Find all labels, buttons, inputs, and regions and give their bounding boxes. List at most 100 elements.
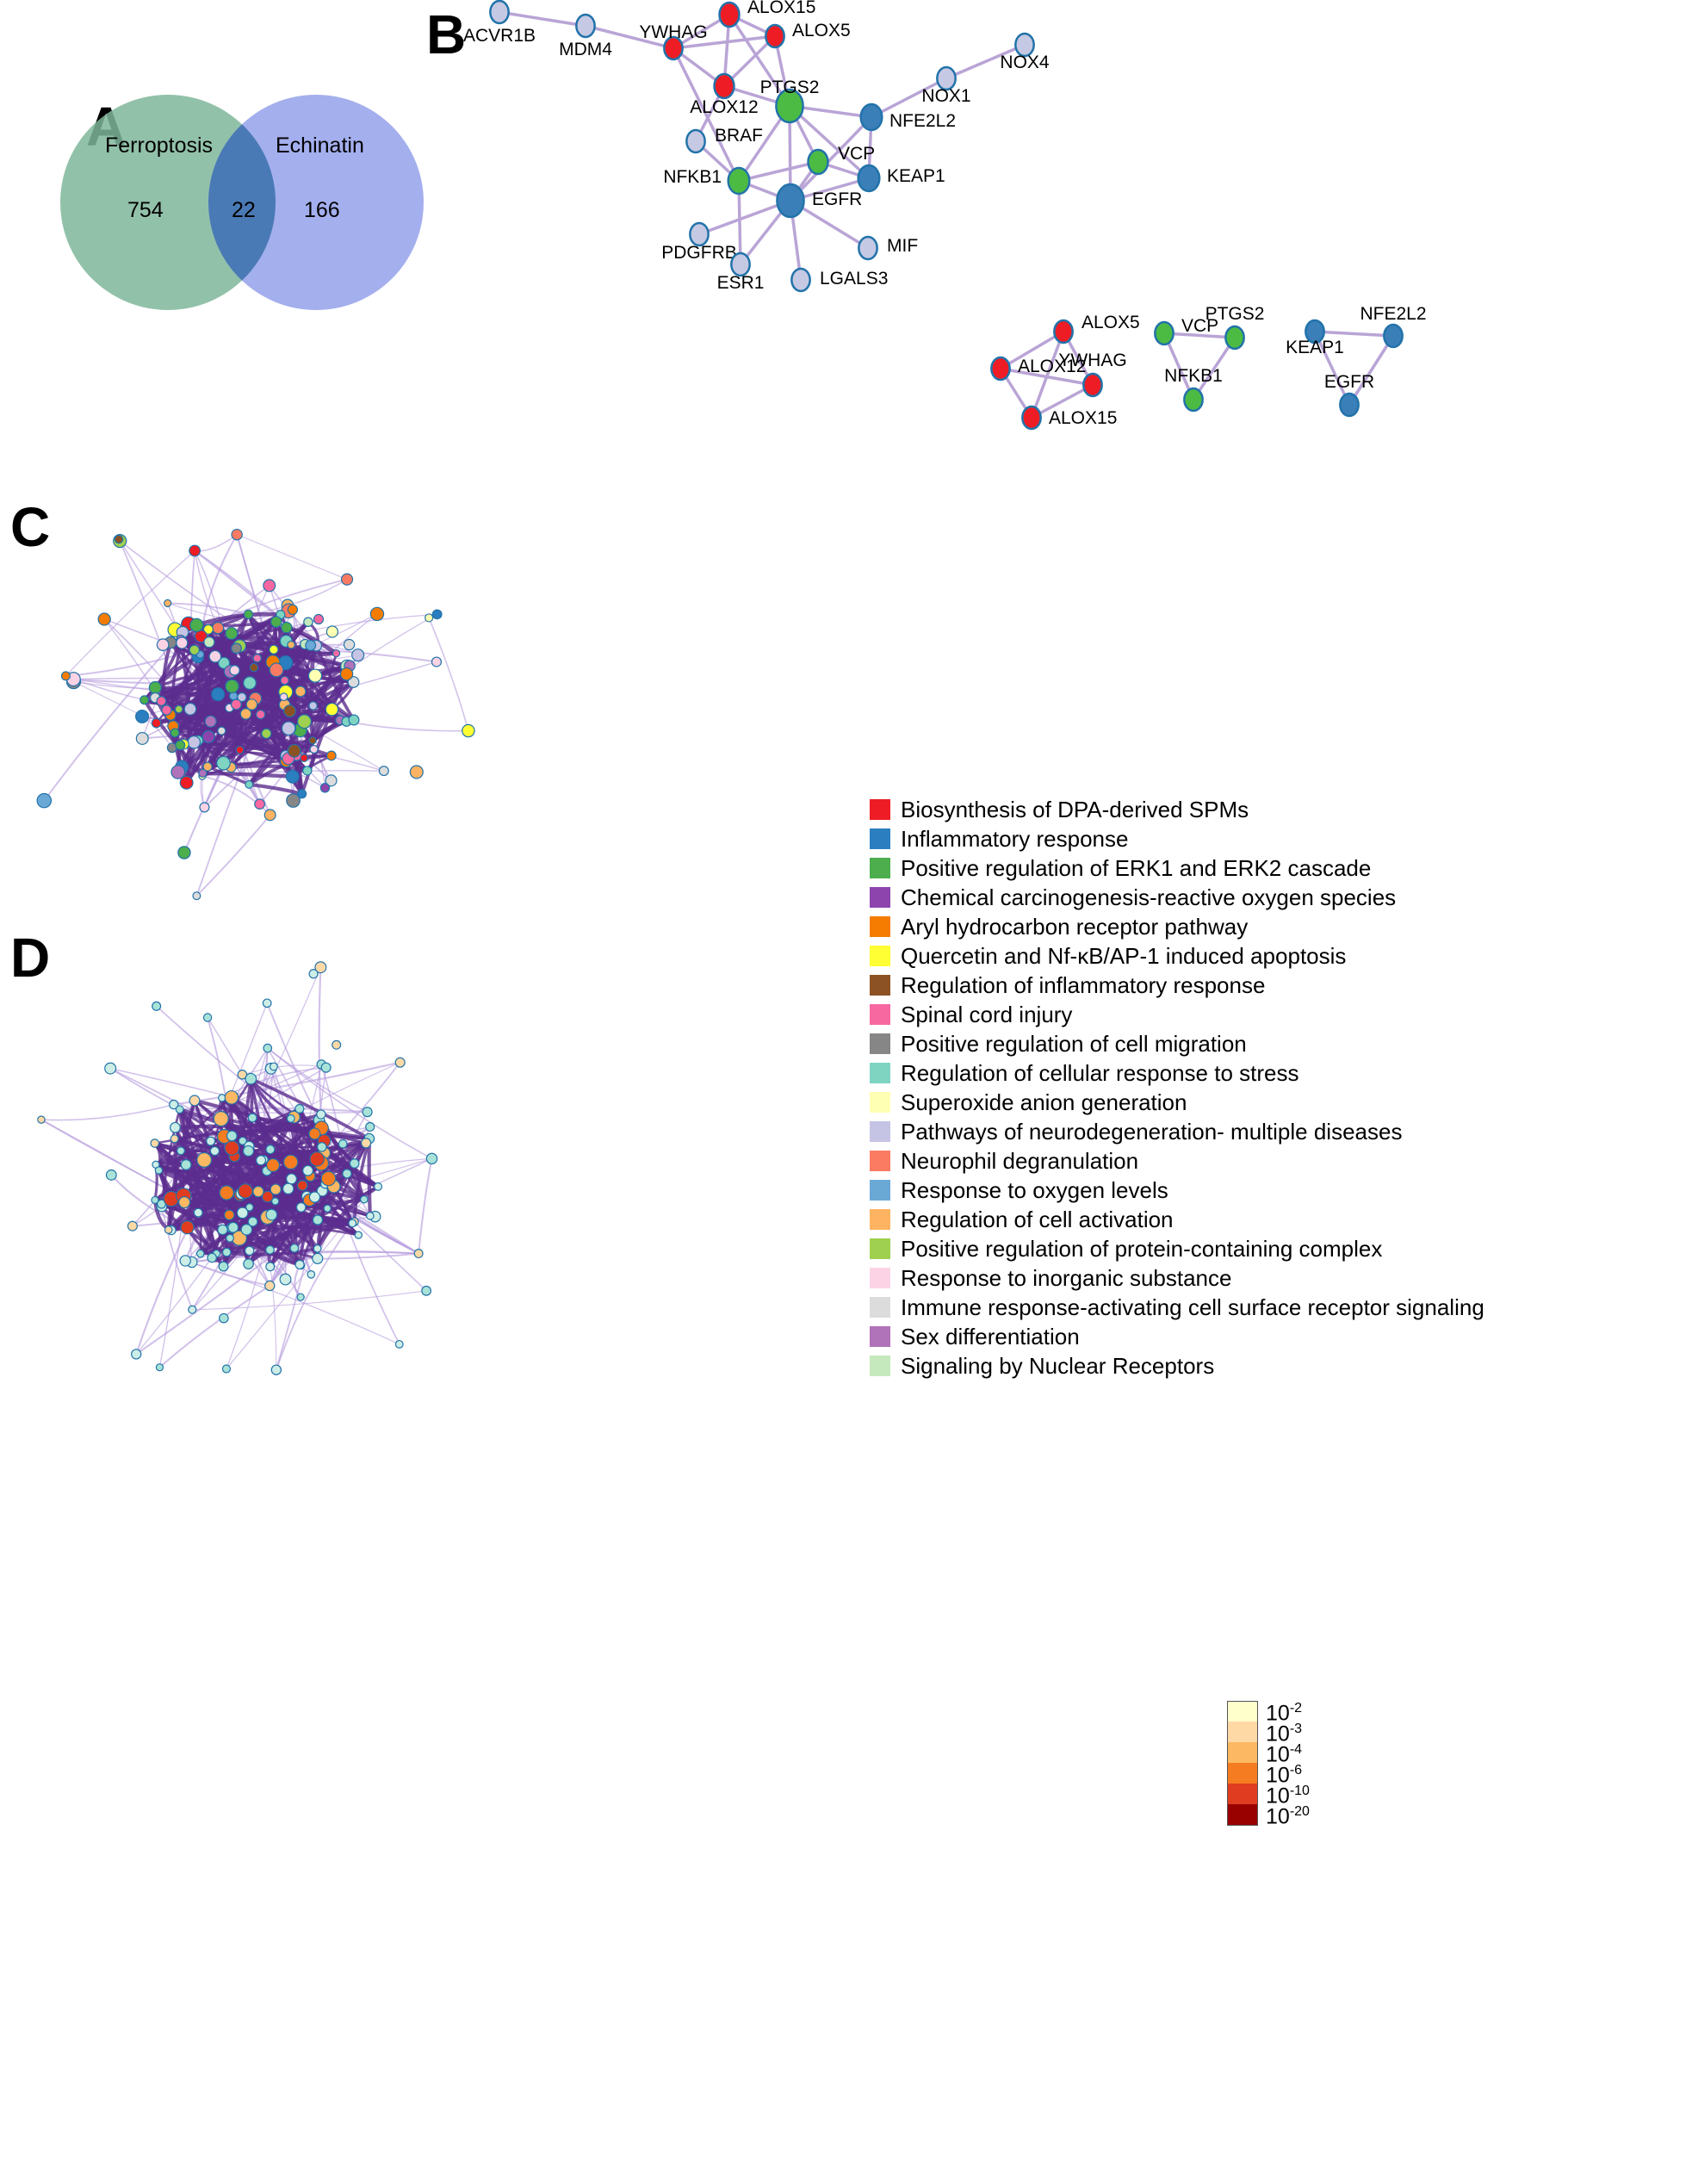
enrichment-node[interactable] bbox=[302, 766, 313, 776]
enrichment-node[interactable] bbox=[348, 714, 360, 726]
enrichment-node[interactable] bbox=[206, 1136, 216, 1146]
enrichment-node[interactable] bbox=[316, 1109, 326, 1120]
enrichment-node[interactable] bbox=[139, 695, 150, 705]
enrichment-node[interactable] bbox=[245, 698, 258, 710]
ppi-node-alox12[interactable] bbox=[990, 356, 1011, 382]
enrichment-node[interactable] bbox=[286, 793, 301, 808]
enrichment-node[interactable] bbox=[155, 1363, 164, 1372]
ppi-node-alox5[interactable] bbox=[765, 23, 785, 49]
enrichment-node[interactable] bbox=[231, 642, 242, 655]
ppi-node-nfkb1[interactable] bbox=[1183, 387, 1204, 413]
enrichment-node[interactable] bbox=[265, 1244, 275, 1255]
enrichment-node[interactable] bbox=[287, 743, 301, 758]
enrichment-node[interactable] bbox=[320, 1062, 332, 1073]
enrichment-node[interactable] bbox=[156, 696, 167, 706]
enrichment-node[interactable] bbox=[127, 1220, 138, 1232]
enrichment-node[interactable] bbox=[325, 625, 339, 638]
enrichment-node[interactable] bbox=[213, 1111, 229, 1127]
enrichment-node[interactable] bbox=[296, 714, 312, 729]
enrichment-node[interactable] bbox=[176, 636, 189, 649]
enrichment-node[interactable] bbox=[188, 1305, 197, 1314]
enrichment-node[interactable] bbox=[279, 1273, 292, 1286]
enrichment-node[interactable] bbox=[227, 1221, 239, 1233]
ppi-node-egfr[interactable] bbox=[776, 183, 805, 219]
enrichment-node[interactable] bbox=[212, 622, 225, 635]
enrichment-node[interactable] bbox=[281, 622, 293, 634]
enrichment-node[interactable] bbox=[294, 1103, 305, 1114]
enrichment-node[interactable] bbox=[296, 1180, 308, 1191]
enrichment-node[interactable] bbox=[281, 721, 296, 736]
enrichment-node[interactable] bbox=[174, 704, 183, 714]
enrichment-node[interactable] bbox=[239, 708, 252, 720]
enrichment-node[interactable] bbox=[325, 702, 339, 717]
enrichment-node[interactable] bbox=[225, 679, 239, 694]
enrichment-node[interactable] bbox=[319, 783, 331, 793]
enrichment-node[interactable] bbox=[221, 1364, 232, 1374]
enrichment-node[interactable] bbox=[365, 1121, 375, 1132]
enrichment-node[interactable] bbox=[282, 1182, 294, 1194]
enrichment-node[interactable] bbox=[226, 1233, 234, 1243]
enrichment-node[interactable] bbox=[189, 544, 201, 557]
enrichment-node[interactable] bbox=[208, 649, 222, 663]
enrichment-node[interactable] bbox=[332, 1039, 342, 1050]
enrichment-node[interactable] bbox=[338, 1139, 348, 1149]
enrichment-node[interactable] bbox=[226, 1130, 238, 1142]
enrichment-node[interactable] bbox=[283, 704, 296, 718]
enrichment-node[interactable] bbox=[270, 1183, 282, 1195]
enrichment-node[interactable] bbox=[114, 534, 124, 544]
enrichment-node[interactable] bbox=[131, 1349, 142, 1360]
enrichment-node[interactable] bbox=[354, 1231, 363, 1239]
enrichment-node[interactable] bbox=[151, 717, 162, 729]
enrichment-node[interactable] bbox=[255, 709, 266, 720]
enrichment-node[interactable] bbox=[235, 745, 245, 754]
enrichment-node[interactable] bbox=[254, 798, 266, 810]
enrichment-node[interactable] bbox=[37, 1115, 46, 1124]
enrichment-node[interactable] bbox=[224, 1140, 240, 1156]
enrichment-node[interactable] bbox=[150, 1139, 160, 1148]
ppi-node-egfr[interactable] bbox=[1339, 392, 1360, 418]
enrichment-node[interactable] bbox=[374, 1182, 383, 1191]
ppi-node-vcp[interactable] bbox=[1154, 320, 1174, 346]
enrichment-node[interactable] bbox=[202, 1013, 213, 1022]
enrichment-node[interactable] bbox=[263, 1043, 273, 1053]
enrichment-node[interactable] bbox=[170, 1134, 179, 1144]
enrichment-node[interactable] bbox=[431, 656, 443, 667]
enrichment-node[interactable] bbox=[263, 579, 276, 593]
enrichment-node[interactable] bbox=[105, 1169, 117, 1181]
enrichment-node[interactable] bbox=[265, 1208, 278, 1221]
enrichment-node[interactable] bbox=[189, 644, 200, 655]
enrichment-node[interactable] bbox=[218, 1261, 229, 1272]
ppi-node-braf[interactable] bbox=[685, 128, 706, 154]
ppi-node-acvr1b[interactable] bbox=[489, 0, 510, 25]
enrichment-node[interactable] bbox=[247, 1216, 258, 1227]
enrichment-node[interactable] bbox=[308, 969, 319, 979]
enrichment-node[interactable] bbox=[231, 528, 243, 541]
enrichment-node[interactable] bbox=[170, 765, 186, 779]
enrichment-node[interactable] bbox=[265, 1145, 276, 1155]
enrichment-node[interactable] bbox=[255, 1155, 267, 1166]
enrichment-node[interactable] bbox=[104, 1062, 117, 1075]
enrichment-node[interactable] bbox=[135, 731, 149, 745]
enrichment-node[interactable] bbox=[425, 613, 434, 623]
enrichment-node[interactable] bbox=[242, 1145, 255, 1157]
enrichment-node[interactable] bbox=[286, 1173, 298, 1185]
enrichment-node[interactable] bbox=[161, 704, 172, 716]
enrichment-node[interactable] bbox=[313, 613, 325, 625]
enrichment-node[interactable] bbox=[261, 728, 272, 739]
enrichment-node[interactable] bbox=[462, 723, 475, 738]
enrichment-node[interactable] bbox=[264, 1280, 276, 1292]
enrichment-node[interactable] bbox=[203, 636, 215, 648]
enrichment-node[interactable] bbox=[270, 1364, 282, 1375]
enrichment-node[interactable] bbox=[170, 728, 180, 738]
enrichment-node[interactable] bbox=[217, 1224, 228, 1236]
enrichment-node[interactable] bbox=[296, 1293, 305, 1301]
enrichment-node[interactable] bbox=[265, 1157, 281, 1173]
enrichment-node[interactable] bbox=[221, 1247, 232, 1257]
enrichment-node[interactable] bbox=[238, 1183, 253, 1199]
enrichment-node[interactable] bbox=[340, 573, 354, 586]
enrichment-node[interactable] bbox=[307, 1269, 316, 1279]
enrichment-node[interactable] bbox=[183, 702, 197, 716]
enrichment-node[interactable] bbox=[169, 1121, 181, 1133]
enrichment-node[interactable] bbox=[211, 687, 226, 702]
enrichment-node[interactable] bbox=[262, 998, 272, 1008]
